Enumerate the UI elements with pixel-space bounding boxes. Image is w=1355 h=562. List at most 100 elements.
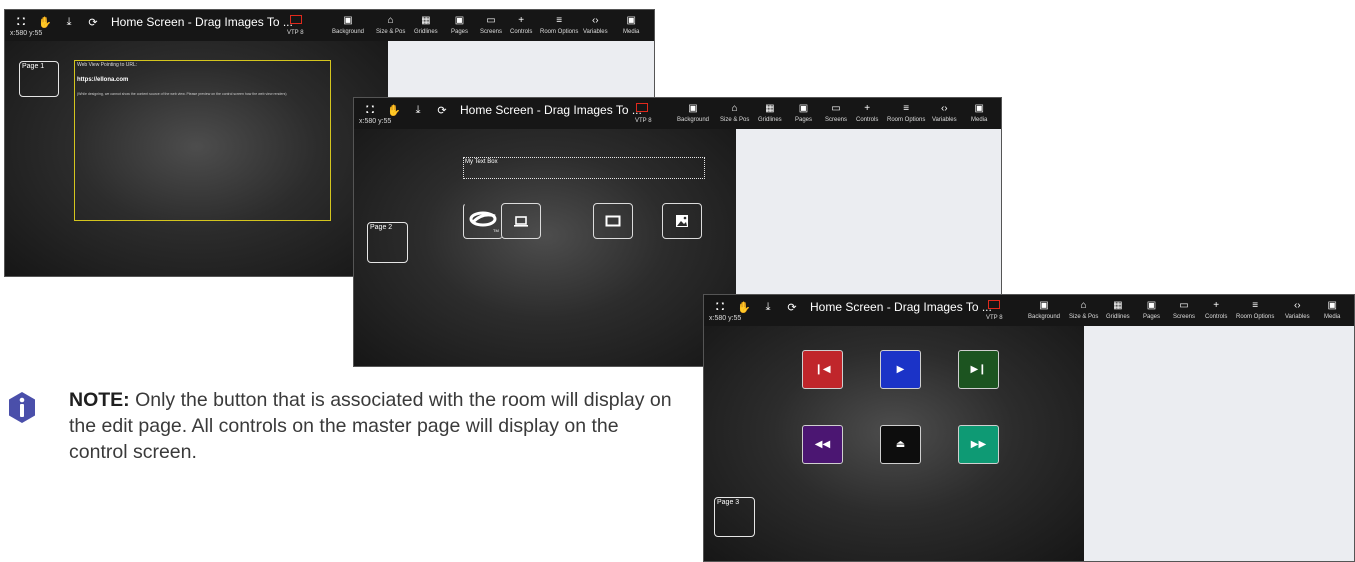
controls-button[interactable]: + Controls bbox=[856, 98, 878, 129]
note-text: NOTE: Only the button that is associated… bbox=[69, 387, 679, 465]
web-view-url: https://ellona.com bbox=[77, 77, 129, 83]
laptop-device-button[interactable] bbox=[501, 203, 541, 239]
media-icon: ▣ bbox=[1327, 300, 1337, 311]
variables-button[interactable]: ‹› Variables bbox=[1285, 295, 1310, 326]
shield-icon[interactable]: ⛚ bbox=[360, 101, 380, 119]
bluray-icon: TM bbox=[469, 211, 499, 233]
eject-icon: ⏏ bbox=[895, 439, 906, 450]
refresh-icon[interactable]: ⟳ bbox=[432, 101, 452, 119]
cursor-coordinates: x:580 y:55 bbox=[10, 30, 43, 37]
grid-icon: ▦ bbox=[765, 103, 775, 114]
media-icon: ▣ bbox=[626, 15, 636, 26]
vtp-icon[interactable] bbox=[290, 15, 302, 24]
code-icon: ‹› bbox=[591, 15, 599, 26]
skip-back-icon: ❙◀ bbox=[814, 364, 831, 375]
size-pos-button[interactable]: ⌂ Size & Pos bbox=[1069, 295, 1098, 326]
web-view-note: (While designing, we cannot show the con… bbox=[77, 92, 287, 96]
screens-button[interactable]: ▭ Screens bbox=[480, 10, 502, 41]
refresh-icon[interactable]: ⟳ bbox=[782, 298, 802, 316]
download-icon[interactable]: ⤓ bbox=[59, 13, 79, 31]
media-button[interactable]: ▣ Media bbox=[623, 10, 639, 41]
sliders-icon: ≡ bbox=[903, 103, 910, 114]
room-options-button[interactable]: ≡ Room Options bbox=[887, 98, 925, 129]
image-icon: ▣ bbox=[1039, 300, 1049, 311]
cursor-coordinates: x:580 y:55 bbox=[359, 118, 392, 125]
code-icon: ‹› bbox=[940, 103, 948, 114]
shield-icon[interactable]: ⛚ bbox=[710, 298, 730, 316]
controls-button[interactable]: + Controls bbox=[510, 10, 532, 41]
size-pos-button[interactable]: ⌂ Size & Pos bbox=[720, 98, 749, 129]
shield-icon[interactable]: ⛚ bbox=[11, 13, 31, 31]
size-pos-button[interactable]: ⌂ Size & Pos bbox=[376, 10, 405, 41]
vtp-label: VTP 8 bbox=[986, 315, 1003, 321]
laptop-icon bbox=[514, 216, 528, 227]
screenshot-page-3: ⛚ ✋ ⤓ ⟳ Home Screen - Drag Images To ...… bbox=[703, 294, 1355, 562]
screen-title: Home Screen - Drag Images To ... bbox=[460, 103, 642, 117]
hand-icon[interactable]: ✋ bbox=[734, 298, 754, 316]
media-button[interactable]: ▣ Media bbox=[971, 98, 987, 129]
fast-forward-button[interactable]: ▶▶ bbox=[958, 425, 999, 464]
play-button[interactable]: ▶ bbox=[880, 350, 921, 389]
hand-icon[interactable]: ✋ bbox=[35, 13, 55, 31]
grid-icon: ▦ bbox=[1113, 300, 1123, 311]
note-body: Only the button that is associated with … bbox=[69, 389, 672, 463]
design-canvas[interactable]: Page 1 Web View Pointing to URL: https:/… bbox=[5, 41, 388, 276]
controls-button[interactable]: + Controls bbox=[1205, 295, 1227, 326]
page-thumbnail[interactable]: Page 2 bbox=[367, 222, 408, 263]
image-icon bbox=[676, 215, 688, 227]
bluray-device-button[interactable]: TM bbox=[463, 203, 503, 239]
gridlines-button[interactable]: ▦ Gridlines bbox=[758, 98, 782, 129]
note-label: NOTE: bbox=[69, 389, 130, 411]
room-options-button[interactable]: ≡ Room Options bbox=[1236, 295, 1274, 326]
pages-icon: ▣ bbox=[798, 103, 809, 114]
vtp-icon[interactable] bbox=[988, 300, 1000, 309]
page-thumbnail[interactable]: Page 3 bbox=[714, 497, 755, 537]
lock-icon: ⌂ bbox=[387, 15, 394, 26]
page-thumbnail[interactable]: Page 1 bbox=[19, 61, 59, 97]
media-icon: ▣ bbox=[974, 103, 984, 114]
screens-button[interactable]: ▭ Screens bbox=[825, 98, 847, 129]
refresh-icon[interactable]: ⟳ bbox=[83, 13, 103, 31]
image-device-button[interactable] bbox=[662, 203, 702, 239]
editor-toolbar: ⛚ ✋ ⤓ ⟳ Home Screen - Drag Images To ...… bbox=[5, 10, 654, 41]
grid-icon: ▦ bbox=[421, 15, 431, 26]
next-track-button[interactable]: ▶❙ bbox=[958, 350, 999, 389]
sliders-icon: ≡ bbox=[556, 15, 563, 26]
pages-button[interactable]: ▣ Pages bbox=[451, 10, 468, 41]
media-button[interactable]: ▣ Media bbox=[1324, 295, 1340, 326]
previous-track-button[interactable]: ❙◀ bbox=[802, 350, 843, 389]
display-device-button[interactable] bbox=[593, 203, 633, 239]
editor-toolbar: ⛚ ✋ ⤓ ⟳ Home Screen - Drag Images To ...… bbox=[354, 98, 1001, 129]
image-icon: ▣ bbox=[343, 15, 353, 26]
eject-button[interactable]: ⏏ bbox=[880, 425, 921, 464]
text-box-control[interactable]: My Text Box bbox=[463, 157, 705, 179]
rewind-icon: ◀◀ bbox=[814, 439, 831, 450]
plus-icon: + bbox=[864, 103, 871, 114]
vtp-label: VTP 8 bbox=[287, 30, 304, 36]
gridlines-button[interactable]: ▦ Gridlines bbox=[1106, 295, 1130, 326]
background-button[interactable]: ▣ Background bbox=[332, 10, 364, 41]
screens-button[interactable]: ▭ Screens bbox=[1173, 295, 1195, 326]
rewind-button[interactable]: ◀◀ bbox=[802, 425, 843, 464]
plus-icon: + bbox=[1213, 300, 1220, 311]
pages-button[interactable]: ▣ Pages bbox=[1143, 295, 1160, 326]
hand-icon[interactable]: ✋ bbox=[384, 101, 404, 119]
info-icon bbox=[9, 392, 35, 423]
vtp-icon[interactable] bbox=[636, 103, 648, 112]
screen-title: Home Screen - Drag Images To ... bbox=[810, 300, 992, 314]
variables-button[interactable]: ‹› Variables bbox=[932, 98, 957, 129]
gridlines-button[interactable]: ▦ Gridlines bbox=[414, 10, 438, 41]
background-button[interactable]: ▣ Background bbox=[677, 98, 709, 129]
pages-button[interactable]: ▣ Pages bbox=[795, 98, 812, 129]
download-icon[interactable]: ⤓ bbox=[758, 298, 778, 316]
screens-icon: ▭ bbox=[486, 15, 496, 26]
download-icon[interactable]: ⤓ bbox=[408, 101, 428, 119]
design-canvas[interactable]: ❙◀ ▶ ▶❙ ◀◀ ⏏ ▶▶ Page 3 bbox=[704, 326, 1084, 561]
design-canvas[interactable]: My Text Box TM Page 2 bbox=[354, 129, 736, 366]
screens-icon: ▭ bbox=[1179, 300, 1189, 311]
pages-icon: ▣ bbox=[1146, 300, 1157, 311]
room-options-button[interactable]: ≡ Room Options bbox=[540, 10, 578, 41]
background-button[interactable]: ▣ Background bbox=[1028, 295, 1060, 326]
web-view-control[interactable]: Web View Pointing to URL: https://ellona… bbox=[74, 60, 331, 221]
variables-button[interactable]: ‹› Variables bbox=[583, 10, 608, 41]
